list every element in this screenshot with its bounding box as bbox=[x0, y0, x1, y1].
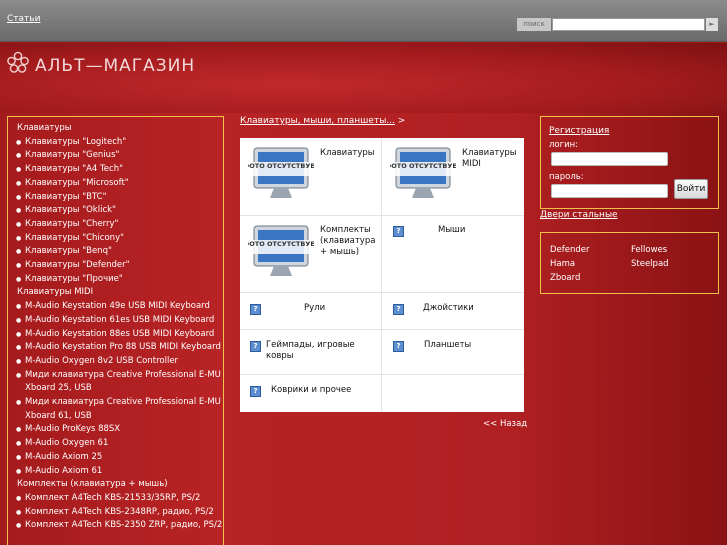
category-grid: ФОТО ОТСУТСТВУЕТ Клавиатуры ФОТО ОТСУТСТ… bbox=[240, 138, 524, 412]
doors-link[interactable]: Двери стальные bbox=[540, 210, 618, 220]
no-photo-monitor-icon: ФОТО ОТСУТСТВУЕТ bbox=[390, 147, 456, 198]
sidebar-item[interactable]: M-Audio Keystation 49e USB MIDI Keyboard bbox=[8, 300, 223, 314]
articles-link[interactable]: Статьи bbox=[7, 14, 40, 24]
site-logo-text[interactable]: АЛЬТ—МАГАЗИН bbox=[35, 56, 195, 76]
registration-box: Регистрация логин: пароль: Войти bbox=[540, 116, 719, 209]
sidebar-item[interactable]: M-Audio Oxygen 8v2 USB Controller bbox=[8, 355, 223, 369]
sidebar-category[interactable]: Комплекты (клавиатура + мышь) bbox=[8, 478, 223, 492]
no-photo-monitor-icon: ФОТО ОТСУТСТВУЕТ bbox=[248, 147, 314, 198]
sidebar-item[interactable]: Комплект A4Tech KBS-2350 ZRP, радио, PS/… bbox=[8, 519, 223, 533]
sidebar-item[interactable]: Клавиатуры "Genius" bbox=[8, 149, 223, 163]
category-cell[interactable]: ? Геймпады, игровые ковры bbox=[240, 330, 382, 375]
sidebar-item[interactable]: Клавиатуры "Прочие" bbox=[8, 273, 223, 287]
category-cell[interactable]: ? Джойстики bbox=[382, 293, 524, 330]
sidebar-item[interactable]: M-Audio Axiom 25 bbox=[8, 451, 223, 465]
login-button[interactable]: Войти bbox=[674, 179, 708, 199]
svg-text:ФОТО ОТСУТСТВУЕТ: ФОТО ОТСУТСТВУЕТ bbox=[248, 240, 314, 248]
sidebar-item[interactable]: Миди клавиатура Creative Professional E-… bbox=[8, 369, 223, 396]
flower-logo-icon[interactable] bbox=[6, 51, 30, 75]
brand-link[interactable]: Fellowes bbox=[631, 245, 667, 255]
category-label[interactable]: Планшеты bbox=[424, 340, 471, 351]
category-label[interactable]: Джойстики bbox=[423, 303, 474, 314]
brand-link[interactable]: Steelpad bbox=[631, 259, 669, 269]
svg-text:ФОТО ОТСУТСТВУЕТ: ФОТО ОТСУТСТВУЕТ bbox=[390, 162, 456, 170]
password-input[interactable] bbox=[551, 184, 668, 198]
registration-link[interactable]: Регистрация bbox=[549, 126, 609, 136]
sidebar-item[interactable]: M-Audio Keystation 61es USB MIDI Keyboar… bbox=[8, 314, 223, 328]
sidebar-item[interactable]: M-Audio Oxygen 61 bbox=[8, 437, 223, 451]
category-cell[interactable]: ? Рули bbox=[240, 293, 382, 330]
missing-image-icon: ? bbox=[393, 226, 404, 237]
top-bar: Статьи поиск ► bbox=[0, 0, 727, 42]
sidebar-item[interactable]: Клавиатуры "Oklick" bbox=[8, 204, 223, 218]
brand-link[interactable]: Defender bbox=[550, 245, 590, 255]
category-label[interactable]: Мыши bbox=[438, 225, 465, 236]
brands-box: Defender Fellowes Hama Steelpad Zboard bbox=[540, 232, 719, 294]
category-label[interactable]: Геймпады, игровые ковры bbox=[266, 340, 371, 362]
sidebar-item[interactable]: Клавиатуры "Chicony" bbox=[8, 232, 223, 246]
no-photo-monitor-icon: ФОТО ОТСУТСТВУЕТ bbox=[248, 225, 314, 276]
login-input[interactable] bbox=[551, 152, 668, 166]
sidebar-item[interactable]: Клавиатуры "A4 Tech" bbox=[8, 163, 223, 177]
category-label[interactable]: Клавиатуры bbox=[320, 148, 375, 159]
sidebar-item[interactable]: Клавиатуры "Benq" bbox=[8, 245, 223, 259]
sidebar-item[interactable]: Комплект A4Tech KBS-21533/35RP, PS/2 bbox=[8, 492, 223, 506]
missing-image-icon: ? bbox=[250, 304, 261, 315]
sidebar-item[interactable]: M-Audio Axiom 61 bbox=[8, 465, 223, 479]
sidebar-item[interactable]: Клавиатуры "Cherry" bbox=[8, 218, 223, 232]
category-cell[interactable]: ФОТО ОТСУТСТВУЕТ Клавиатуры bbox=[240, 138, 382, 216]
breadcrumb: Клавиатуры, мыши, планшеты... > bbox=[240, 116, 405, 126]
category-cell[interactable]: ФОТО ОТСУТСТВУЕТ Комплекты (клавиатура +… bbox=[240, 216, 382, 293]
sidebar-item[interactable]: Клавиатуры "Defender" bbox=[8, 259, 223, 273]
category-label[interactable]: Комплекты (клавиатура + мышь) bbox=[320, 225, 378, 258]
breadcrumb-link[interactable]: Клавиатуры, мыши, планшеты... bbox=[240, 116, 395, 126]
sidebar-item[interactable]: Клавиатуры "Logitech" bbox=[8, 136, 223, 150]
sidebar-item[interactable]: Миди клавиатура Creative Professional E-… bbox=[8, 396, 223, 423]
back-link[interactable]: << Назад bbox=[483, 419, 527, 429]
category-cell[interactable]: ФОТО ОТСУТСТВУЕТ Клавиатуры MIDI bbox=[382, 138, 524, 216]
missing-image-icon: ? bbox=[250, 386, 261, 397]
category-cell[interactable]: ? Мыши bbox=[382, 216, 524, 293]
category-sidebar: КлавиатурыКлавиатуры "Logitech"Клавиатур… bbox=[7, 116, 224, 545]
category-label[interactable]: Клавиатуры MIDI bbox=[462, 148, 520, 170]
brand-link[interactable]: Hama bbox=[550, 259, 575, 269]
site-header: АЛЬТ—МАГАЗИН bbox=[0, 43, 727, 113]
sidebar-item[interactable]: M-Audio ProKeys 88SX bbox=[8, 423, 223, 437]
sidebar-item[interactable]: M-Audio Keystation Pro 88 USB MIDI Keybo… bbox=[8, 341, 223, 355]
search-button[interactable]: поиск bbox=[517, 18, 551, 31]
sidebar-item[interactable]: Комплект A4Tech KBS-2348RP, радио, PS/2 bbox=[8, 506, 223, 520]
password-label: пароль: bbox=[549, 172, 584, 182]
sidebar-item[interactable]: M-Audio Keystation 88es USB MIDI Keyboar… bbox=[8, 328, 223, 342]
missing-image-icon: ? bbox=[393, 304, 404, 315]
brand-link[interactable]: Zboard bbox=[550, 273, 580, 283]
sidebar-category[interactable]: Клавиатуры MIDI bbox=[8, 286, 223, 300]
sidebar-item[interactable]: Клавиатуры "BTC" bbox=[8, 191, 223, 205]
category-cell[interactable]: ? Планшеты bbox=[382, 330, 524, 375]
missing-image-icon: ? bbox=[393, 341, 404, 352]
sidebar-item[interactable]: Клавиатуры "Microsoft" bbox=[8, 177, 223, 191]
arrow-right-icon[interactable]: ► bbox=[706, 18, 718, 31]
breadcrumb-separator: > bbox=[394, 116, 406, 126]
login-label: логин: bbox=[549, 140, 579, 150]
category-label[interactable]: Коврики и прочее bbox=[271, 385, 351, 396]
category-list: КлавиатурыКлавиатуры "Logitech"Клавиатур… bbox=[8, 117, 223, 533]
category-label[interactable]: Рули bbox=[304, 303, 325, 314]
category-cell[interactable]: ? Коврики и прочее bbox=[240, 375, 382, 412]
search-input[interactable] bbox=[552, 18, 705, 31]
svg-text:ФОТО ОТСУТСТВУЕТ: ФОТО ОТСУТСТВУЕТ bbox=[248, 162, 314, 170]
missing-image-icon: ? bbox=[250, 341, 261, 352]
sidebar-category[interactable]: Клавиатуры bbox=[8, 122, 223, 136]
